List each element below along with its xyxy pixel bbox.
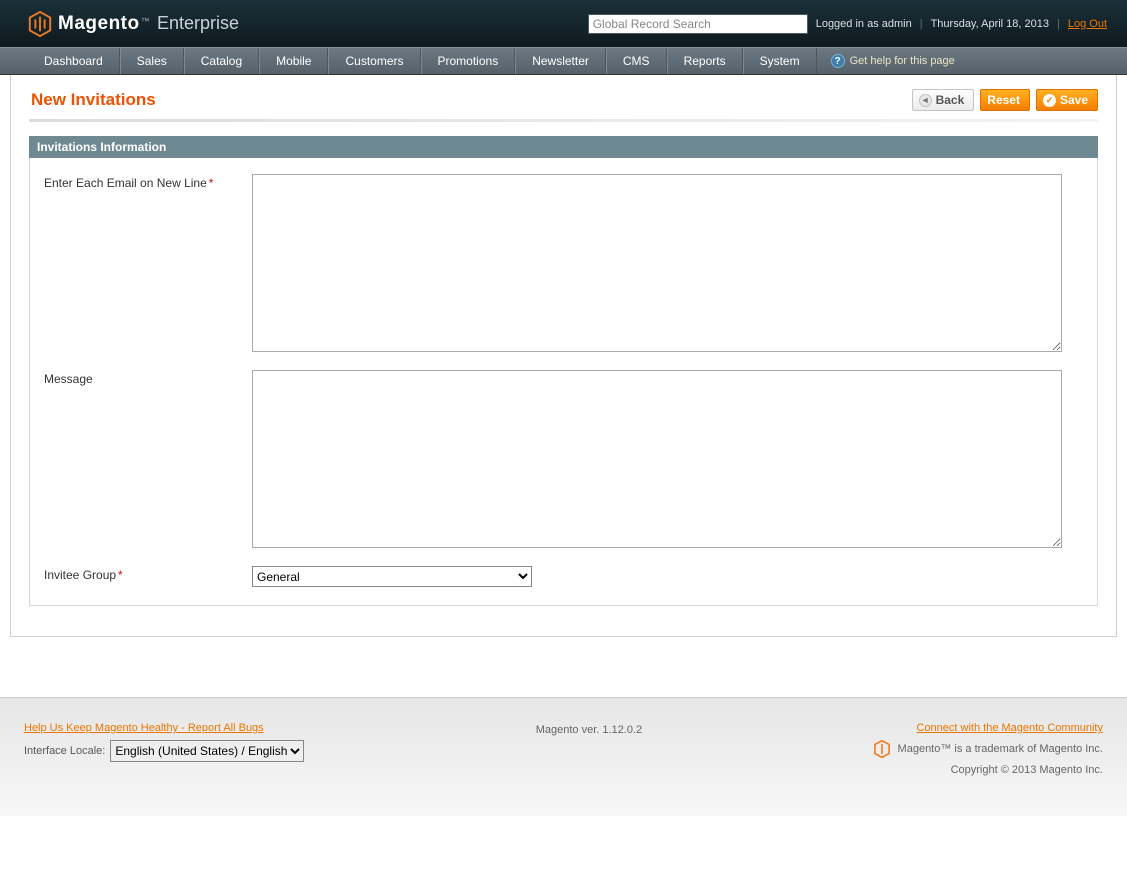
- back-button[interactable]: ◄ Back: [912, 89, 975, 111]
- section-heading: Invitations Information: [29, 136, 1098, 158]
- brand-tm: ™: [141, 16, 150, 26]
- save-button[interactable]: ✓ Save: [1036, 89, 1098, 111]
- help-icon: ?: [831, 54, 845, 68]
- message-label: Message: [44, 370, 252, 386]
- separator: |: [1057, 18, 1060, 30]
- title-underline: [29, 119, 1098, 122]
- locale-row: Interface Locale: English (United States…: [24, 740, 304, 762]
- header-right: Logged in as admin | Thursday, April 18,…: [588, 14, 1107, 34]
- email-label-text: Enter Each Email on New Line: [44, 176, 207, 190]
- footer-left: Help Us Keep Magento Healthy - Report Al…: [24, 722, 304, 762]
- locale-select[interactable]: English (United States) / English: [110, 740, 304, 762]
- message-row: Message: [44, 370, 1083, 548]
- report-bugs-link[interactable]: Help Us Keep Magento Healthy - Report Al…: [24, 722, 304, 734]
- reset-label: Reset: [987, 93, 1020, 107]
- email-textarea[interactable]: [252, 174, 1062, 352]
- trademark-text: Magento™ is a trademark of Magento Inc.: [898, 743, 1103, 755]
- group-row: Invitee Group* General: [44, 566, 1083, 587]
- nav-reports[interactable]: Reports: [667, 48, 743, 74]
- section-body: Enter Each Email on New Line* Message In…: [29, 158, 1098, 606]
- nav-system[interactable]: System: [743, 48, 817, 74]
- back-label: Back: [936, 93, 965, 107]
- footer-right: Connect with the Magento Community Magen…: [874, 722, 1103, 776]
- main-nav: Dashboard Sales Catalog Mobile Customers…: [0, 47, 1127, 75]
- header-date: Thursday, April 18, 2013: [931, 18, 1049, 30]
- nav-mobile[interactable]: Mobile: [259, 48, 328, 74]
- page-header: New Invitations ◄ Back Reset ✓ Save: [11, 75, 1116, 117]
- help-text: Get help for this page: [850, 55, 955, 67]
- separator: |: [920, 18, 923, 30]
- help-link[interactable]: ? Get help for this page: [831, 48, 955, 74]
- page-title: New Invitations: [31, 90, 912, 110]
- check-icon: ✓: [1043, 94, 1056, 107]
- message-textarea[interactable]: [252, 370, 1062, 548]
- email-label: Enter Each Email on New Line*: [44, 174, 252, 190]
- login-status: Logged in as admin: [816, 18, 912, 30]
- global-search-input[interactable]: [588, 14, 808, 34]
- group-label: Invitee Group*: [44, 566, 252, 582]
- community-link[interactable]: Connect with the Magento Community: [917, 722, 1103, 734]
- magento-mini-icon: [874, 740, 890, 758]
- footer-version: Magento ver. 1.12.0.2: [536, 722, 642, 736]
- brand-logo: Magento™ Enterprise: [28, 11, 239, 37]
- brand-name: Magento: [58, 13, 140, 34]
- nav-catalog[interactable]: Catalog: [184, 48, 259, 74]
- magento-logo-icon: [28, 11, 52, 37]
- nav-sales[interactable]: Sales: [120, 48, 184, 74]
- back-arrow-icon: ◄: [919, 94, 932, 107]
- action-buttons: ◄ Back Reset ✓ Save: [912, 89, 1098, 111]
- required-mark: *: [209, 176, 214, 190]
- save-label: Save: [1060, 93, 1088, 107]
- nav-cms[interactable]: CMS: [606, 48, 667, 74]
- required-mark: *: [118, 568, 123, 582]
- footer-grid: Help Us Keep Magento Healthy - Report Al…: [24, 722, 1103, 776]
- nav-promotions[interactable]: Promotions: [421, 48, 516, 74]
- page-container: New Invitations ◄ Back Reset ✓ Save Invi…: [10, 75, 1117, 637]
- brand-edition: Enterprise: [157, 13, 239, 33]
- footer: Help Us Keep Magento Healthy - Report Al…: [0, 697, 1127, 816]
- nav-newsletter[interactable]: Newsletter: [515, 48, 606, 74]
- nav-dashboard[interactable]: Dashboard: [28, 48, 120, 74]
- logout-link[interactable]: Log Out: [1068, 18, 1107, 30]
- locale-label: Interface Locale:: [24, 745, 105, 757]
- copyright-text: Copyright © 2013 Magento Inc.: [951, 764, 1103, 776]
- invitee-group-select[interactable]: General: [252, 566, 532, 587]
- email-row: Enter Each Email on New Line*: [44, 174, 1083, 352]
- reset-button[interactable]: Reset: [980, 89, 1030, 111]
- nav-customers[interactable]: Customers: [328, 48, 420, 74]
- trademark-row: Magento™ is a trademark of Magento Inc.: [874, 740, 1103, 758]
- invitations-section: Invitations Information Enter Each Email…: [29, 136, 1098, 606]
- header-bar: Magento™ Enterprise Logged in as admin |…: [0, 0, 1127, 47]
- group-label-text: Invitee Group: [44, 568, 116, 582]
